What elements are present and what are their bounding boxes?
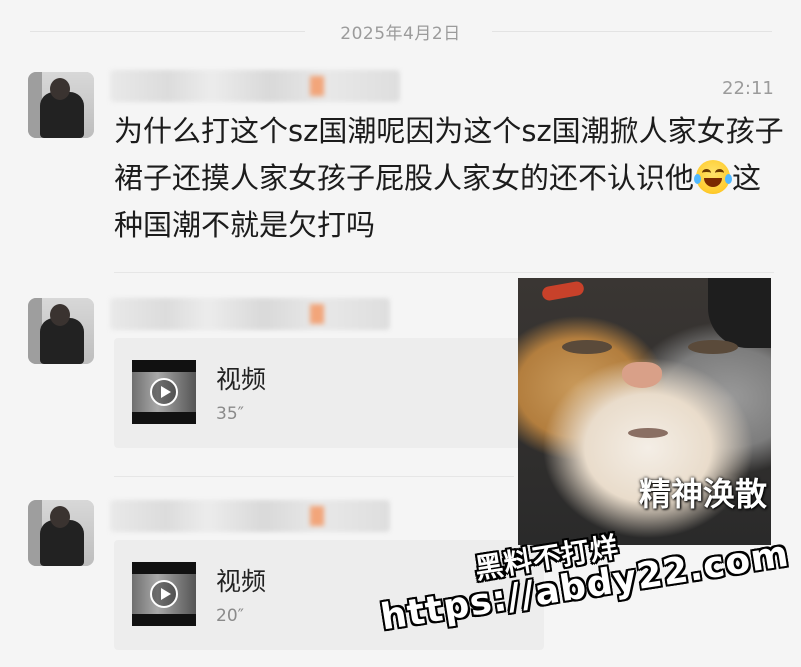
video-duration: 20″ xyxy=(216,606,244,626)
sticker-caption: 精神涣散 xyxy=(638,475,767,513)
video-thumbnail[interactable] xyxy=(132,562,196,626)
date-separator: 2025年4月2日 xyxy=(0,16,801,46)
cat-meme-sticker: 精神涣散 xyxy=(518,278,771,545)
video-title: 视频 xyxy=(216,567,267,596)
username-blurred[interactable] xyxy=(110,70,400,102)
laughing-tears-emoji-icon xyxy=(694,160,733,194)
play-icon[interactable] xyxy=(150,580,178,608)
comment-divider xyxy=(114,476,514,477)
separator-line-right xyxy=(492,31,772,32)
username-blurred[interactable] xyxy=(110,500,390,532)
video-duration: 35″ xyxy=(216,404,244,424)
video-title: 视频 xyxy=(216,365,267,394)
date-label: 2025年4月2日 xyxy=(340,23,461,44)
separator-line-left xyxy=(30,31,305,32)
play-icon[interactable] xyxy=(150,378,178,406)
avatar[interactable] xyxy=(28,298,94,364)
comment-text[interactable]: 为什么打这个sz国潮呢因为这个sz国潮掀人家女孩子裙子还摸人家女孩子屁股人家女的… xyxy=(114,108,784,249)
comment-time: 22:11 xyxy=(722,78,774,99)
username-blurred[interactable] xyxy=(110,298,390,330)
video-message-card[interactable]: 视频 35″ xyxy=(114,338,544,448)
avatar[interactable] xyxy=(28,72,94,138)
comment-text-part1: 为什么打这个sz国潮呢因为这个sz国潮掀人家女孩子裙子还摸人家女孩子屁股人家女的… xyxy=(114,114,784,195)
avatar[interactable] xyxy=(28,500,94,566)
comment-divider xyxy=(114,272,774,273)
video-thumbnail[interactable] xyxy=(132,360,196,424)
